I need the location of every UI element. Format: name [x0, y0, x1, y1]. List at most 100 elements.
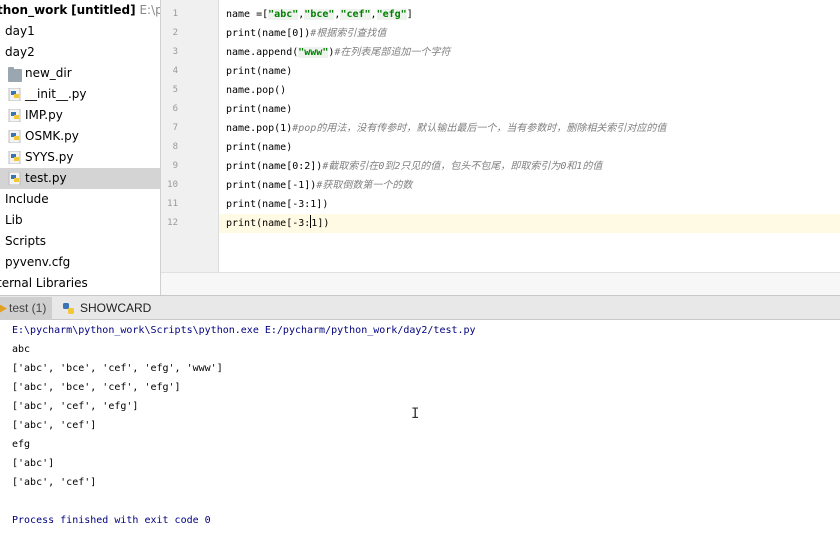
line-number: 8	[172, 142, 178, 152]
code-text: print(name)	[226, 142, 293, 153]
tree-item-syys-py[interactable]: SYYS.py	[0, 147, 160, 168]
line-number: 6	[172, 104, 178, 114]
python-file-icon	[8, 109, 21, 122]
tree-item-label: pyvenv.cfg	[5, 255, 71, 269]
code-text: name.append(	[226, 47, 299, 58]
tree-item-label: IMP.py	[25, 108, 63, 122]
string-literal: "abc"	[268, 9, 299, 20]
folder-icon	[8, 67, 22, 82]
string-literal: "cef"	[340, 9, 371, 20]
project-root-path: E:\pyc	[139, 3, 160, 17]
tree-item-label: day2	[5, 45, 35, 59]
line-number: 2	[172, 28, 178, 38]
code-line: print(name[-3:1])	[219, 195, 840, 214]
console-output-line: ['abc']	[12, 458, 55, 469]
tree-item-label: OSMK.py	[25, 129, 79, 143]
code-text: print(name[-3:	[226, 218, 311, 229]
tree-item-label: Scripts	[5, 234, 47, 248]
tree-item-init-py[interactable]: __init__.py	[0, 84, 160, 105]
line-number: 11	[167, 199, 178, 209]
code-comment: #截取索引在0到2只见的值，包头不包尾，即取索引为0和1的值	[322, 161, 603, 172]
code-text: name =[	[226, 9, 269, 20]
console-output-line: efg	[12, 439, 31, 450]
tree-item-imp-py[interactable]: IMP.py	[0, 105, 160, 126]
line-number: 12	[167, 218, 178, 228]
tree-item-label: new_dir	[25, 66, 72, 80]
code-line: print(name[-1])#获取倒数第一个的数	[219, 176, 840, 195]
run-console[interactable]: E:\pycharm\python_work\Scripts\python.ex…	[0, 320, 840, 546]
tool-window-tabs: test (1) SHOWCARD	[0, 295, 840, 320]
console-exit-message: Process finished with exit code 0	[12, 515, 211, 526]
console-output-line: ['abc', 'cef']	[12, 420, 97, 431]
tree-item-new-dir[interactable]: new_dir	[0, 63, 160, 84]
console-command: E:\pycharm\python_work\Scripts\python.ex…	[12, 325, 476, 336]
code-text: name.pop()	[226, 85, 287, 96]
code-comment: #pop的用法，没有传参时，默认输出最后一个，当有参数时，删除相关索引对应的值	[292, 123, 667, 134]
code-line: print(name)	[219, 62, 840, 81]
code-text: print(name[0])	[226, 28, 311, 39]
code-comment: #根据索引查找值	[310, 28, 387, 39]
line-number: 4	[172, 66, 178, 76]
tree-item-label: __init__.py	[25, 87, 87, 101]
project-root-tag: [untitled]	[71, 3, 136, 17]
tree-item-day2[interactable]: day2	[0, 42, 160, 63]
python-file-icon	[8, 130, 21, 143]
tree-item-label: Lib	[5, 213, 23, 227]
tree-item-include[interactable]: Include	[0, 189, 160, 210]
tree-item-scripts[interactable]: Scripts	[0, 231, 160, 252]
line-number: 1	[172, 9, 178, 19]
code-line: name =["abc","bce","cef","efg"]	[219, 5, 840, 24]
code-line: name.pop()	[219, 81, 840, 100]
tree-item-pyvenv-cfg[interactable]: pyvenv.cfg	[0, 252, 160, 273]
tab-label: SHOWCARD	[80, 301, 152, 315]
code-comment: #获取倒数第一个的数	[316, 180, 413, 191]
console-output-line: ['abc', 'bce', 'cef', 'efg', 'www']	[12, 363, 223, 374]
tab-run-test[interactable]: test (1)	[0, 297, 52, 320]
code-line: name.append("www")#在列表尾部追加一个字符	[219, 43, 840, 62]
code-line: name.pop(1)#pop的用法，没有传参时，默认输出最后一个，当有参数时，…	[219, 119, 840, 138]
string-literal: "bce"	[304, 9, 335, 20]
current-code-line: print(name[-3:1])	[219, 214, 840, 233]
code-area[interactable]: name =["abc","bce","cef","efg"] print(na…	[219, 0, 840, 272]
project-tree: thon_work [untitled] E:\pyc day1 day2 ne…	[0, 0, 161, 295]
tree-item-label: SYYS.py	[25, 150, 74, 164]
code-line: print(name[0])#根据索引查找值	[219, 24, 840, 43]
tree-item-label: day1	[5, 24, 35, 38]
line-number: 7	[172, 123, 178, 133]
tree-item-label: ternal Libraries	[0, 276, 88, 290]
python-file-icon	[8, 88, 21, 101]
tab-label: test (1)	[9, 301, 47, 315]
console-output-line: ['abc', 'cef']	[12, 477, 97, 488]
tree-item-external-libraries[interactable]: ternal Libraries	[0, 273, 160, 294]
string-literal: "www"	[298, 47, 329, 58]
code-text: ,	[370, 9, 377, 20]
tab-showcard[interactable]: SHOWCARD	[58, 297, 158, 320]
console-output-line: ['abc', 'bce', 'cef', 'efg']	[12, 382, 181, 393]
line-number: 3	[172, 47, 178, 57]
code-text: print(name[-3:1])	[226, 199, 329, 210]
code-text: print(name)	[226, 104, 293, 115]
tree-item-lib[interactable]: Lib	[0, 210, 160, 231]
code-text: name.pop(1)	[226, 123, 293, 134]
tree-item-label: test.py	[25, 171, 67, 185]
code-line: print(name)	[219, 138, 840, 157]
console-output-line: abc	[12, 344, 31, 355]
python-file-icon	[8, 172, 21, 185]
run-icon	[0, 304, 7, 313]
ibeam-cursor-icon: I	[411, 406, 420, 422]
code-text: ]	[406, 9, 413, 20]
code-text: print(name[-1])	[226, 180, 317, 191]
code-text: print(name[0:2])	[226, 161, 323, 172]
console-output-line: ['abc', 'cef', 'efg']	[12, 401, 139, 412]
code-line: print(name)	[219, 100, 840, 119]
string-literal: "efg"	[376, 9, 407, 20]
code-editor[interactable]: 1 2 3 4 5 6 7 8 9 10 11 12 name =["abc",…	[161, 0, 840, 295]
code-comment: #在列表尾部追加一个字符	[334, 47, 451, 58]
code-line: print(name[0:2])#截取索引在0到2只见的值，包头不包尾，即取索引…	[219, 157, 840, 176]
tree-item-day1[interactable]: day1	[0, 21, 160, 42]
python-file-icon	[8, 151, 21, 164]
tree-item-test-py[interactable]: test.py	[0, 168, 160, 189]
line-number: 5	[172, 85, 178, 95]
tree-item-osmk-py[interactable]: OSMK.py	[0, 126, 160, 147]
project-root[interactable]: thon_work [untitled] E:\pyc	[0, 0, 160, 21]
